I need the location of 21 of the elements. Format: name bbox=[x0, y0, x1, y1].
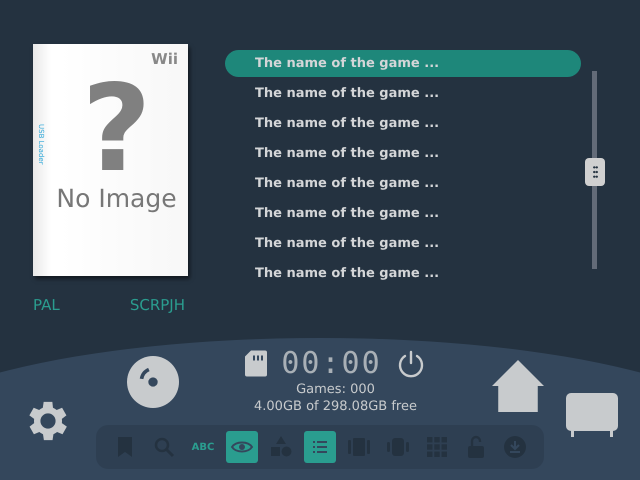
game-list-item[interactable]: The name of the game ... bbox=[225, 230, 581, 257]
game-list-item[interactable]: The name of the game ... bbox=[225, 170, 581, 197]
home-icon[interactable] bbox=[492, 360, 544, 412]
clock-display: 00:00 bbox=[281, 346, 382, 381]
games-count: Games: 000 bbox=[296, 381, 375, 398]
disc-icon[interactable] bbox=[127, 356, 179, 408]
game-list-item[interactable]: The name of the game ... bbox=[225, 200, 581, 227]
region-label: PAL bbox=[33, 296, 60, 314]
eye-button[interactable] bbox=[226, 431, 258, 463]
game-list-item[interactable]: The name of the game ... bbox=[225, 140, 581, 167]
list-button[interactable] bbox=[304, 431, 336, 463]
tv-icon[interactable] bbox=[566, 393, 618, 437]
brand-label: Wii bbox=[151, 50, 178, 68]
scrollbar-thumb[interactable] bbox=[585, 158, 605, 186]
game-list-item[interactable]: The name of the game ... bbox=[225, 80, 581, 107]
sd-card-icon[interactable] bbox=[245, 350, 268, 377]
download-icon bbox=[503, 435, 527, 459]
game-list-item[interactable]: The name of the game ... bbox=[225, 260, 581, 287]
storage-info: 4.00GB of 298.08GB free bbox=[254, 398, 417, 415]
game-list-item[interactable]: The name of the game ... bbox=[225, 110, 581, 137]
game-id-label: SCRPJH bbox=[130, 296, 185, 314]
